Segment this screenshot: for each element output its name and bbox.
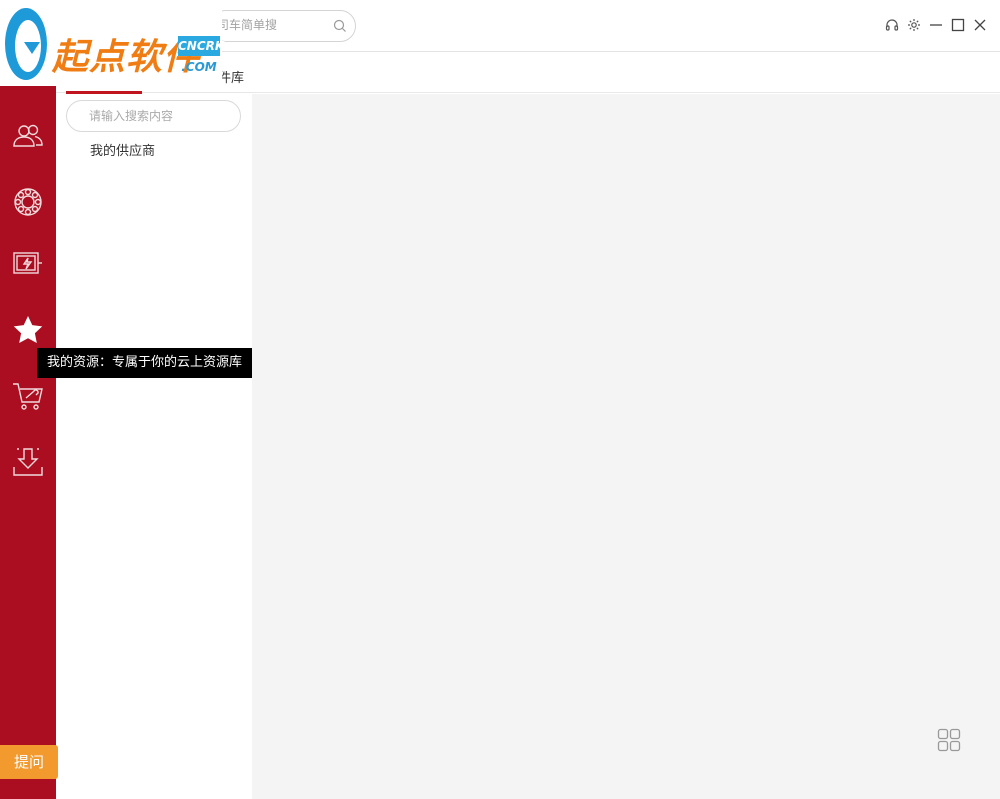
download-tray-icon[interactable]	[9, 443, 47, 481]
logo-badge-com: .COM	[181, 60, 217, 74]
settings-icon[interactable]	[906, 17, 922, 33]
panel-search-input[interactable]	[89, 109, 229, 123]
ask-button[interactable]: 提问	[0, 745, 58, 779]
user-group-icon[interactable]	[9, 117, 47, 155]
global-search[interactable]	[210, 10, 356, 42]
star-icon[interactable]	[9, 311, 47, 349]
close-icon[interactable]	[972, 17, 988, 33]
maximize-icon[interactable]	[950, 17, 966, 33]
monitor-flash-icon[interactable]	[9, 245, 47, 283]
app-window: 件库 我的供应商 我的资源：专属于你的云上资源库 提问 起点软件 CNCRK .…	[0, 0, 1000, 799]
logo-badge-cncrk: CNCRK	[178, 36, 224, 56]
gear-wheel-icon[interactable]	[9, 183, 47, 221]
cart-wrench-icon[interactable]	[9, 377, 47, 415]
global-search-input[interactable]	[217, 18, 327, 32]
site-logo: 起点软件 CNCRK .COM	[0, 0, 224, 86]
left-rail	[0, 0, 56, 799]
tab-label: 件库	[218, 71, 245, 86]
grid-view-icon[interactable]	[937, 728, 961, 752]
logo-mark-icon	[5, 8, 47, 80]
panel-search[interactable]	[66, 100, 241, 132]
left-panel: 我的供应商	[56, 94, 252, 799]
main-content	[252, 94, 1000, 799]
search-icon[interactable]	[333, 19, 347, 33]
list-item-my-suppliers[interactable]: 我的供应商	[90, 140, 155, 159]
minimize-icon[interactable]	[928, 17, 944, 33]
headset-icon[interactable]	[884, 17, 900, 33]
tooltip-my-resources: 我的资源：专属于你的云上资源库	[37, 348, 253, 378]
